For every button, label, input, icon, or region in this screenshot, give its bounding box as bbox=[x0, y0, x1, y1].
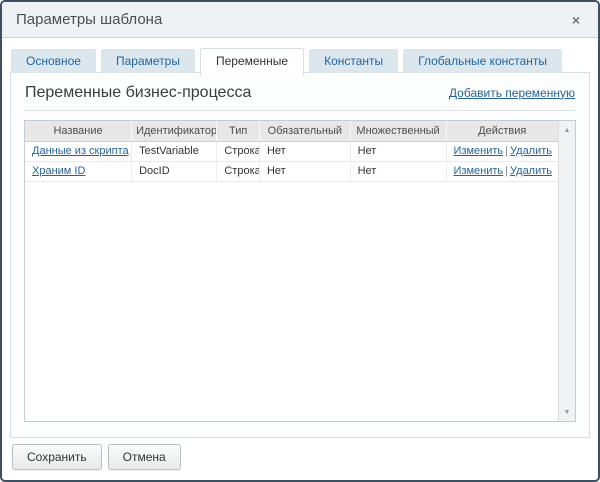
action-separator: | bbox=[505, 145, 508, 157]
variable-multiple: Нет bbox=[350, 161, 446, 181]
tab-variables[interactable]: Переменные bbox=[200, 48, 304, 75]
variables-table-container: Название Идентификатор Тип Обязательный … bbox=[24, 120, 576, 422]
variable-multiple: Нет bbox=[350, 141, 446, 161]
tab-main[interactable]: Основное bbox=[11, 49, 96, 73]
delete-link[interactable]: Удалить bbox=[510, 165, 552, 177]
template-parameters-dialog: Параметры шаблона × Основное Параметры П… bbox=[0, 0, 600, 482]
variable-type: Строка bbox=[217, 141, 260, 161]
cancel-button[interactable]: Отмена bbox=[108, 444, 181, 470]
panel-header: Переменные бизнес-процесса Добавить пере… bbox=[24, 73, 576, 111]
table-row: Данные из скрипта TestVariable Строка Не… bbox=[25, 141, 558, 161]
tab-global-constants[interactable]: Глобальные константы bbox=[403, 49, 562, 73]
variables-table: Название Идентификатор Тип Обязательный … bbox=[25, 121, 558, 182]
column-header-type: Тип bbox=[217, 121, 260, 141]
variable-identifier: DocID bbox=[132, 161, 217, 181]
variables-grid-area: Название Идентификатор Тип Обязательный … bbox=[25, 121, 558, 421]
scroll-down-icon[interactable]: ▼ bbox=[559, 404, 575, 420]
dialog-title: Параметры шаблона bbox=[16, 11, 162, 28]
tab-strip: Основное Параметры Переменные Константы … bbox=[11, 48, 562, 73]
vertical-scrollbar[interactable]: ▲ ▼ bbox=[558, 121, 575, 421]
table-row: Храним ID DocID Строка Нет Нет Изменить|… bbox=[25, 161, 558, 181]
column-header-name: Название bbox=[25, 121, 132, 141]
dialog-titlebar: Параметры шаблона × bbox=[2, 2, 598, 38]
variable-type: Строка bbox=[217, 161, 260, 181]
variable-name-link[interactable]: Данные из скрипта bbox=[32, 145, 129, 157]
delete-link[interactable]: Удалить bbox=[510, 145, 552, 157]
add-variable-link[interactable]: Добавить переменную bbox=[449, 86, 575, 100]
tab-constants[interactable]: Константы bbox=[309, 49, 398, 73]
save-button[interactable]: Сохранить bbox=[12, 444, 102, 470]
variable-name-link[interactable]: Храним ID bbox=[32, 165, 85, 177]
column-header-multiple: Множественный bbox=[350, 121, 446, 141]
close-icon[interactable]: × bbox=[568, 11, 584, 29]
column-header-identifier: Идентификатор bbox=[132, 121, 217, 141]
action-separator: | bbox=[505, 165, 508, 177]
edit-link[interactable]: Изменить bbox=[454, 145, 504, 157]
variable-identifier: TestVariable bbox=[132, 141, 217, 161]
tab-parameters[interactable]: Параметры bbox=[101, 49, 195, 73]
variable-required: Нет bbox=[259, 161, 350, 181]
scroll-up-icon[interactable]: ▲ bbox=[559, 122, 575, 138]
variable-required: Нет bbox=[259, 141, 350, 161]
dialog-footer: Сохранить Отмена bbox=[12, 444, 181, 470]
variables-tab-panel: Переменные бизнес-процесса Добавить пере… bbox=[10, 72, 590, 438]
page-title: Переменные бизнес-процесса bbox=[25, 84, 251, 102]
table-header-row: Название Идентификатор Тип Обязательный … bbox=[25, 121, 558, 141]
column-header-actions: Действия bbox=[446, 121, 558, 141]
column-header-required: Обязательный bbox=[259, 121, 350, 141]
edit-link[interactable]: Изменить bbox=[454, 165, 504, 177]
